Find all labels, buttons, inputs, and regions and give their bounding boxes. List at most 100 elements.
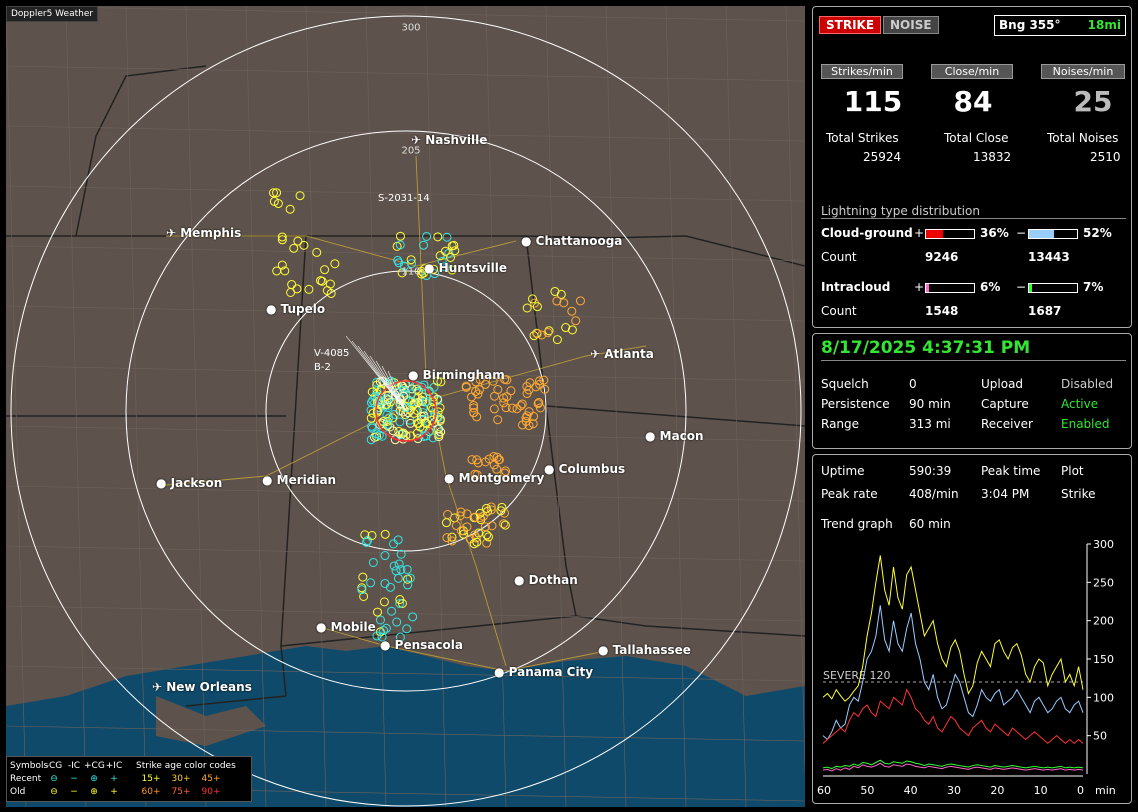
plot-label: Plot [1061,464,1084,478]
distribution-title: Lightning type distribution [821,204,980,218]
strike-symbol [443,510,453,520]
strike-button[interactable]: STRIKE [819,16,882,34]
legend-symbol: − [70,773,78,784]
cg-label: Cloud-ground [821,226,913,240]
strike-symbol [481,503,491,513]
y-tick-label: 100 [1093,691,1114,704]
strike-symbol [285,204,295,214]
strike-symbol [522,303,532,313]
strike-legend: Symbols -CG -IC +CG +IC Strike age color… [6,756,252,802]
close-min-header: Close/min [931,64,1013,79]
bearing-distance: 18mi [1087,18,1121,32]
county-line [6,605,805,622]
city-label: ● Pensacola [380,638,463,652]
range-value: 313 mi [909,417,951,431]
city-label: ✈ Nashville [411,133,488,147]
strike-symbol [366,413,376,423]
peak-rate-label: Peak rate [821,487,878,501]
city-label: ● Meridian [262,473,337,487]
ic-neg-bar [1028,283,1078,293]
strike-symbol [408,612,418,622]
strike-symbol [392,617,402,627]
storm-callout: B-2 [314,362,331,373]
upload-value: Disabled [1061,377,1114,391]
peak-rate-value: 408/min [909,487,959,501]
y-tick-label: 300 [1093,539,1114,551]
noises-min-value: 25 [1073,85,1113,118]
legend-age: 30+ [171,773,191,784]
total-close-label: Total Close [944,131,1009,145]
county-line [6,125,805,142]
strike-symbol [375,615,385,625]
county-line [6,365,805,382]
legend-symbols-label: Symbols [10,760,49,771]
city-label: ● Birmingham [408,368,505,382]
lightning-map[interactable]: S-2031-14 V-4085 B-2 [6,6,805,807]
uptime-label: Uptime [821,464,865,478]
city-label: ✈ Memphis [166,226,242,240]
city-label: ✈ Atlanta [590,347,654,361]
county-line [725,6,747,807]
y-tick-label: 250 [1093,576,1114,589]
uptime-value: 590:39 [909,464,952,478]
strike-symbol [387,606,397,616]
close-min-value: 84 [953,85,993,118]
strike-symbol [507,403,517,413]
cg-pos-count: 9246 [925,250,959,264]
range-ring-label: 110 [401,266,421,278]
legend-age: 60+ [141,786,161,797]
capture-label: Capture [981,397,1029,411]
strike-stats-panel: STRIKE NOISE Bng 355° 18mi Strikes/min C… [812,6,1132,328]
city-label: ✈ New Orleans [152,680,252,694]
cg-neg-pct: 52% [1083,226,1112,240]
strike-symbol [499,398,509,408]
cg-pos-bar [925,229,975,239]
strike-symbol [567,325,577,335]
city-label: ● Huntsville [424,261,507,275]
ic-neg-count: 1687 [1028,304,1062,318]
strike-symbol [357,583,367,593]
range-ring-label: 300 [401,22,421,34]
x-tick-label: 10 [1034,784,1048,797]
legend-age: 90+ [201,786,221,797]
strike-symbol [575,296,585,306]
legend-col: -IC [67,760,81,771]
plot-value[interactable]: Strike [1061,487,1096,501]
y-tick-label: 150 [1093,653,1114,666]
strike-symbol [493,415,503,425]
strike-symbol [571,316,581,326]
cg-plus-sign: + [914,226,925,240]
x-tick-label: 0 [1077,784,1084,797]
strikes-min-value: 115 [843,85,903,118]
legend-symbol: + [110,773,118,784]
county-line [6,65,805,82]
receiver-label: Receiver [981,417,1033,431]
receiver-value: Enabled [1061,417,1110,431]
strike-symbol [489,404,499,414]
legend-recent-label: Recent [10,773,42,784]
strike-symbol [393,573,403,583]
ic-minus-sign: − [1016,280,1027,294]
city-label: ● Jackson [156,476,223,490]
strike-symbol [304,284,314,294]
y-tick-label: 50 [1093,730,1107,743]
strike-symbol [295,191,305,201]
storm-callout: S-2031-14 [378,193,430,204]
strike-symbol [419,240,429,250]
x-tick-label: 30 [947,784,961,797]
ic-label: Intracloud [821,280,891,294]
strike-symbol [286,287,296,297]
strike-symbol [373,607,383,617]
city-label: ● Dothan [514,573,578,587]
strike-symbol [473,458,483,468]
noise-button[interactable]: NOISE [883,16,939,34]
trend-label: Trend graph [821,517,893,531]
legend-symbol: + [110,786,118,797]
county-line [6,305,805,322]
map-canvas[interactable]: S-2031-14 V-4085 B-2 [6,6,805,807]
strike-symbol [506,386,516,396]
strike-symbol [380,551,390,561]
strike-symbol [312,247,322,257]
city-label: ● Montgomery [444,471,545,485]
city-label: ● Panama City [494,665,594,679]
